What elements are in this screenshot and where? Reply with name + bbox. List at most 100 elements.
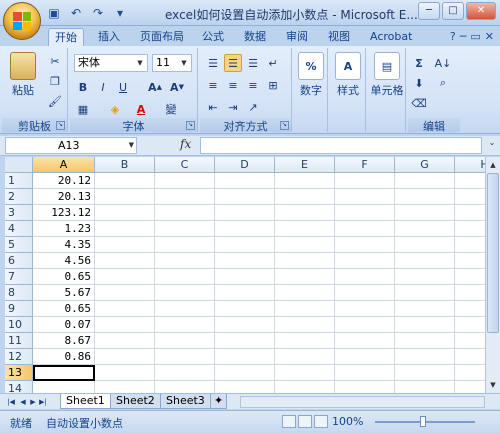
table-cell[interactable] — [275, 237, 335, 253]
table-cell[interactable] — [215, 189, 275, 205]
office-button[interactable] — [3, 2, 41, 40]
table-cell[interactable] — [215, 285, 275, 301]
table-cell[interactable] — [335, 253, 395, 269]
table-cell[interactable] — [275, 253, 335, 269]
formula-input[interactable] — [200, 137, 482, 154]
table-cell[interactable] — [95, 349, 155, 365]
table-cell[interactable] — [455, 365, 485, 381]
align-left-icon[interactable]: ≡ — [204, 76, 222, 94]
table-cell[interactable] — [155, 189, 215, 205]
table-cell[interactable] — [215, 317, 275, 333]
tab-view[interactable]: 视图 — [322, 28, 356, 46]
horizontal-scrollbar[interactable] — [240, 396, 485, 408]
table-cell[interactable] — [275, 285, 335, 301]
column-header-b[interactable]: B — [95, 157, 155, 173]
table-cell[interactable] — [335, 205, 395, 221]
table-cell[interactable] — [215, 333, 275, 349]
worksheet-grid[interactable]: ABCDEFGH 1 20.12 2 20.13 3 123.12 4 1.23 5 4.35 6 4… — [5, 157, 485, 393]
table-cell[interactable] — [395, 317, 455, 333]
active-cell[interactable] — [33, 365, 95, 381]
table-cell[interactable] — [215, 349, 275, 365]
row-header[interactable]: 13 — [5, 365, 33, 381]
align-bottom-icon[interactable]: ☰ — [244, 54, 262, 72]
table-cell[interactable] — [33, 381, 95, 393]
column-header-h[interactable]: H — [455, 157, 485, 173]
scroll-down-icon[interactable]: ▼ — [487, 378, 499, 392]
table-cell[interactable]: 0.65 — [33, 269, 95, 285]
font-color-icon[interactable]: A — [132, 100, 150, 118]
table-cell[interactable] — [335, 381, 395, 393]
table-cell[interactable] — [395, 173, 455, 189]
column-header-e[interactable]: E — [275, 157, 335, 173]
merge-center-icon[interactable]: ⊞ — [264, 76, 282, 94]
tab-formulas[interactable]: 公式 — [196, 28, 230, 46]
row-header[interactable]: 11 — [5, 333, 33, 349]
table-cell[interactable] — [155, 269, 215, 285]
table-cell[interactable] — [215, 237, 275, 253]
borders-icon[interactable]: ▦ — [74, 100, 92, 118]
table-cell[interactable] — [395, 253, 455, 269]
row-header[interactable]: 7 — [5, 269, 33, 285]
table-cell[interactable] — [335, 333, 395, 349]
table-cell[interactable] — [275, 365, 335, 381]
orientation-icon[interactable]: ↗ — [244, 98, 262, 116]
table-cell[interactable] — [215, 253, 275, 269]
name-box[interactable]: A13 ▼ — [5, 137, 137, 154]
table-cell[interactable] — [155, 333, 215, 349]
table-cell[interactable] — [95, 205, 155, 221]
cut-icon[interactable]: ✂ — [46, 52, 64, 70]
format-painter-icon[interactable]: 🖌 — [46, 92, 64, 110]
grow-font-button[interactable]: A ▲ — [146, 78, 164, 96]
table-cell[interactable] — [155, 301, 215, 317]
page-layout-view-icon[interactable] — [298, 415, 312, 428]
vertical-scrollbar[interactable]: ▲ ▼ — [485, 157, 500, 393]
table-cell[interactable] — [395, 349, 455, 365]
table-cell[interactable]: 0.65 — [33, 301, 95, 317]
table-cell[interactable] — [275, 381, 335, 393]
row-header[interactable]: 1 — [5, 173, 33, 189]
autosum-icon[interactable]: Σ — [410, 54, 428, 72]
table-cell[interactable]: 8.67 — [33, 333, 95, 349]
table-cell[interactable] — [335, 349, 395, 365]
redo-icon[interactable]: ↷ — [89, 4, 107, 22]
column-header-c[interactable]: C — [155, 157, 215, 173]
underline-button[interactable]: U — [114, 78, 132, 96]
table-cell[interactable]: 4.35 — [33, 237, 95, 253]
table-cell[interactable] — [95, 333, 155, 349]
ribbon-close-icon[interactable]: ✕ — [485, 30, 494, 43]
table-cell[interactable] — [395, 205, 455, 221]
table-cell[interactable] — [95, 237, 155, 253]
number-button[interactable]: % 数字 — [296, 52, 326, 98]
table-cell[interactable] — [455, 333, 485, 349]
table-cell[interactable] — [395, 189, 455, 205]
tab-page-layout[interactable]: 页面布局 — [134, 28, 190, 46]
paste-button[interactable]: 粘贴 — [8, 52, 38, 98]
sort-filter-icon[interactable]: A↓ — [434, 54, 452, 72]
next-sheet-icon[interactable]: ▶ — [28, 396, 38, 408]
tab-acrobat[interactable]: Acrobat — [364, 28, 418, 46]
font-dialog-launcher[interactable]: ↘ — [186, 121, 195, 130]
row-header[interactable]: 3 — [5, 205, 33, 221]
normal-view-icon[interactable] — [282, 415, 296, 428]
table-cell[interactable] — [275, 349, 335, 365]
table-cell[interactable] — [395, 237, 455, 253]
clipboard-dialog-launcher[interactable]: ↘ — [56, 121, 65, 130]
table-cell[interactable] — [455, 269, 485, 285]
increase-indent-icon[interactable]: ⇥ — [224, 98, 242, 116]
phonetic-icon[interactable]: 變 — [162, 100, 180, 118]
table-cell[interactable] — [395, 365, 455, 381]
expand-formula-bar-icon[interactable]: ⌄ — [486, 138, 498, 153]
save-icon[interactable]: ▣ — [45, 4, 63, 22]
table-cell[interactable] — [275, 333, 335, 349]
sheet-tab-2[interactable]: Sheet2 — [110, 394, 161, 409]
table-cell[interactable] — [155, 173, 215, 189]
table-cell[interactable] — [95, 253, 155, 269]
fill-color-icon[interactable]: ◈ — [106, 100, 124, 118]
table-cell[interactable]: 5.67 — [33, 285, 95, 301]
row-header[interactable]: 5 — [5, 237, 33, 253]
prev-sheet-icon[interactable]: ◀ — [18, 396, 28, 408]
table-cell[interactable] — [455, 253, 485, 269]
table-cell[interactable] — [155, 381, 215, 393]
styles-button[interactable]: A 样式 — [332, 52, 364, 98]
table-cell[interactable] — [275, 317, 335, 333]
